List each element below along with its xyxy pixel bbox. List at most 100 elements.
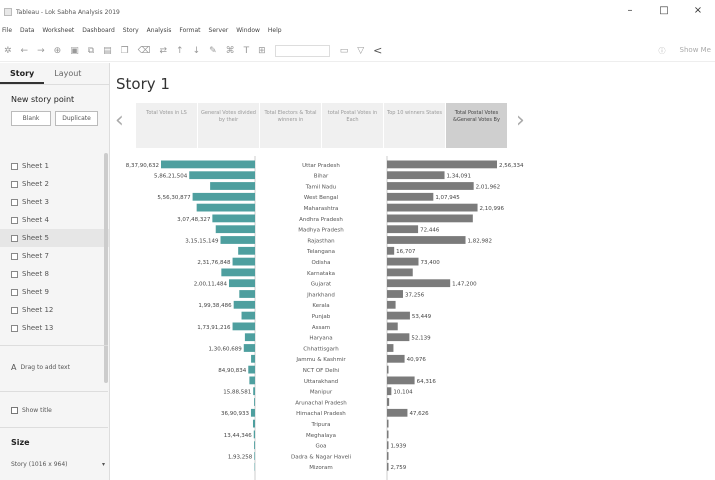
postal-votes-bar[interactable] <box>387 246 395 255</box>
postal-votes-bar[interactable] <box>387 203 478 212</box>
general-votes-bar[interactable] <box>244 333 255 342</box>
show-me-button[interactable]: Show Me <box>680 46 711 56</box>
state-label[interactable]: Haryana <box>309 336 332 342</box>
minimize-button[interactable]: – <box>613 0 647 22</box>
general-votes-bar[interactable] <box>232 322 255 331</box>
postal-votes-bar[interactable] <box>387 214 473 223</box>
state-label[interactable]: Andhra Pradesh <box>299 217 343 223</box>
general-votes-bar[interactable] <box>212 214 255 223</box>
general-votes-bar[interactable] <box>254 441 255 450</box>
postal-votes-label[interactable]: 2,01,962 <box>476 184 501 190</box>
postal-votes-bar[interactable] <box>387 387 392 396</box>
sheet-item[interactable]: Sheet 5 <box>0 229 109 247</box>
sheet-item[interactable]: Sheet 2 <box>0 175 109 193</box>
state-label[interactable]: Jharkhand <box>306 292 335 298</box>
state-label[interactable]: Maharashtra <box>304 206 339 212</box>
sheet-item[interactable]: Sheet 7 <box>0 247 109 265</box>
state-label[interactable]: Tripura <box>311 422 331 428</box>
general-votes-label[interactable]: 5,86,21,504 <box>154 174 188 180</box>
postal-votes-label[interactable]: 53,449 <box>412 314 432 320</box>
sheet-item[interactable]: Sheet 1 <box>0 157 109 175</box>
story-point-2[interactable]: General Votes divided by their <box>198 103 260 148</box>
postal-votes-bar[interactable] <box>387 376 415 385</box>
postal-votes-bar[interactable] <box>387 311 410 320</box>
state-label[interactable]: Mizoram <box>309 465 333 471</box>
postal-votes-bar[interactable] <box>387 257 419 266</box>
state-label[interactable]: West Bengal <box>304 195 339 201</box>
story-point-5[interactable]: Top 10 winners States <box>384 103 446 148</box>
general-votes-label[interactable]: 5,56,30,877 <box>157 195 191 201</box>
sheet-item[interactable]: Sheet 13 <box>0 319 109 337</box>
menu-dashboard[interactable]: Dashboard <box>82 27 115 34</box>
swap-icon[interactable]: ⇄ <box>159 46 167 56</box>
general-votes-bar[interactable] <box>248 365 255 374</box>
postal-votes-bar[interactable] <box>387 419 389 428</box>
state-label[interactable]: Kerala <box>312 303 329 309</box>
general-votes-bar[interactable] <box>238 246 255 255</box>
present-icon[interactable]: ▭ <box>340 46 349 56</box>
general-votes-label[interactable]: 13,44,346 <box>224 433 252 439</box>
general-votes-label[interactable]: 84,90,834 <box>218 368 246 374</box>
general-votes-bar[interactable] <box>192 192 255 201</box>
general-votes-label[interactable]: 8,37,90,632 <box>126 163 159 169</box>
clear-icon[interactable]: ⌫ <box>138 46 151 56</box>
story-point-1[interactable]: Total Votes in LS <box>136 103 198 148</box>
menu-analysis[interactable]: Analysis <box>147 27 172 34</box>
menu-server[interactable]: Server <box>209 27 229 34</box>
general-votes-bar[interactable] <box>243 344 255 352</box>
postal-votes-label[interactable]: 1,82,982 <box>468 238 493 244</box>
general-votes-bar[interactable] <box>253 387 255 396</box>
tableau-logo-icon[interactable]: ✲ <box>4 46 12 56</box>
story-point-3[interactable]: Total Electors & Total winners in <box>260 103 322 148</box>
state-label[interactable]: Karnataka <box>307 271 335 277</box>
general-votes-bar[interactable] <box>228 279 255 288</box>
menu-format[interactable]: Format <box>179 27 200 34</box>
share-icon[interactable]: < <box>373 44 382 57</box>
tooltip-icon[interactable]: ▽ <box>357 46 364 56</box>
postal-votes-label[interactable]: 1,07,945 <box>435 195 460 201</box>
general-votes-bar[interactable] <box>252 419 255 428</box>
postal-votes-label[interactable]: 52,139 <box>411 336 431 342</box>
forward-icon[interactable]: → <box>37 46 45 56</box>
postal-votes-bar[interactable] <box>387 300 396 309</box>
story-size-select[interactable]: Story (1016 x 964) ▾ <box>11 461 105 475</box>
postal-votes-label[interactable]: 73,400 <box>420 260 440 266</box>
state-label[interactable]: Gujarat <box>311 282 332 288</box>
state-label[interactable]: Jammu & Kashmir <box>295 357 346 363</box>
postal-votes-label[interactable]: 2,10,996 <box>480 206 505 212</box>
postal-votes-bar[interactable] <box>387 225 419 234</box>
general-votes-label[interactable]: 1,99,38,486 <box>198 303 232 309</box>
sheet-item[interactable]: Sheet 4 <box>0 211 109 229</box>
postal-votes-bar[interactable] <box>387 322 398 331</box>
postal-votes-bar[interactable] <box>387 182 474 190</box>
postal-votes-label[interactable]: 2,56,334 <box>499 163 524 169</box>
postal-votes-bar[interactable] <box>387 171 445 180</box>
maximize-button[interactable]: □ <box>647 0 681 22</box>
previous-story-point-button[interactable]: ‹ <box>115 108 124 133</box>
postal-votes-label[interactable]: 47,626 <box>409 411 429 417</box>
duplicate-icon[interactable]: ❐ <box>121 46 129 56</box>
postal-votes-label[interactable]: 2,759 <box>391 465 407 471</box>
state-label[interactable]: NCT OF Delhi <box>303 368 340 374</box>
state-label[interactable]: Uttarakhand <box>304 379 338 385</box>
general-votes-bar[interactable] <box>254 398 255 406</box>
new-sheet-icon[interactable]: ▤ <box>103 46 112 56</box>
postal-votes-bar[interactable] <box>387 408 408 417</box>
postal-votes-bar[interactable] <box>387 441 389 450</box>
postal-votes-bar[interactable] <box>387 192 434 201</box>
postal-votes-bar[interactable] <box>387 268 413 277</box>
close-button[interactable]: × <box>681 0 715 22</box>
postal-votes-bar[interactable] <box>387 430 389 439</box>
postal-votes-bar[interactable] <box>387 290 403 298</box>
state-label[interactable]: Manipur <box>310 390 333 396</box>
general-votes-bar[interactable] <box>241 311 255 320</box>
postal-votes-label[interactable]: 1,47,200 <box>452 282 477 288</box>
state-label[interactable]: Assam <box>312 325 330 331</box>
general-votes-bar[interactable] <box>210 182 255 190</box>
group-icon[interactable]: ⌘ <box>226 46 235 56</box>
sheet-item[interactable]: Sheet 12 <box>0 301 109 319</box>
duplicate-button[interactable]: Duplicate <box>55 111 98 126</box>
general-votes-bar[interactable] <box>254 452 255 460</box>
general-votes-bar[interactable] <box>253 430 255 439</box>
sort-desc-icon[interactable]: ↓ <box>193 46 201 56</box>
